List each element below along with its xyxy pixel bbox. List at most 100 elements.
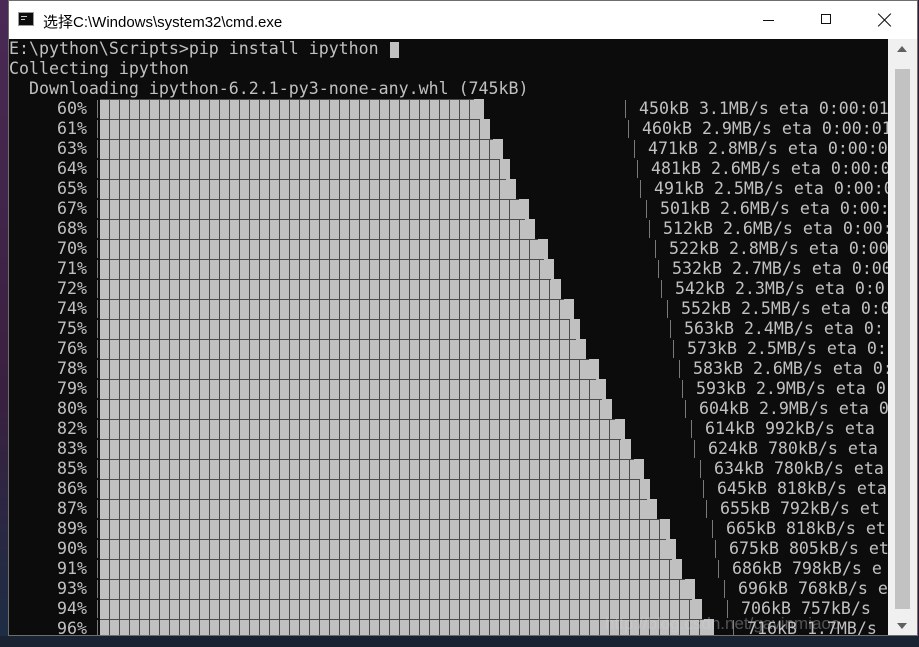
close-button[interactable]: [857, 1, 915, 39]
progress-bar-fill: [100, 599, 692, 619]
progress-bar-fill: [100, 439, 621, 459]
progress-bar-right-edge: [628, 120, 629, 138]
progress-stats: 573kB 2.5MB/s eta 0:: [687, 339, 887, 358]
progress-bar-edge: [506, 179, 516, 199]
progress-bar-fill: [100, 379, 596, 399]
progress-percent: 67%: [57, 199, 87, 218]
progress-bar-left-edge: [97, 160, 98, 178]
progress-bar-left-edge: [97, 620, 98, 635]
progress-stats: 645kB 818kB/s eta: [717, 479, 887, 498]
progress-bar-right-edge: [682, 380, 683, 398]
maximize-button[interactable]: [799, 1, 857, 39]
progress-bar-right-edge: [646, 200, 647, 218]
progress-percent: 94%: [57, 599, 87, 618]
minimize-icon: [763, 20, 774, 21]
progress-percent: 93%: [57, 579, 87, 598]
progress-bar-left-edge: [97, 420, 98, 438]
progress-percent: 80%: [57, 399, 87, 418]
progress-bar-fill: [100, 339, 576, 359]
progress-percent: 85%: [57, 459, 87, 478]
progress-percent: 60%: [57, 99, 87, 118]
progress-bar-left-edge: [97, 600, 98, 618]
progress-bar-right-edge: [673, 340, 674, 358]
progress-bar-right-edge: [712, 520, 713, 538]
progress-bar-right-edge: [670, 320, 671, 338]
progress-bar-fill: [100, 299, 564, 319]
progress-percent: 76%: [57, 339, 87, 358]
progress-bar-edge: [596, 379, 606, 399]
progress-bar-right-edge: [655, 240, 656, 258]
scroll-down-arrow-icon[interactable]: [897, 623, 907, 629]
progress-bar-edge: [660, 519, 670, 539]
console-output[interactable]: E:\python\Scripts>pip install ipython Co…: [9, 39, 888, 635]
progress-bar-left-edge: [97, 280, 98, 298]
progress-bar-right-edge: [667, 300, 668, 318]
progress-bar-right-edge: [691, 420, 692, 438]
progress-bar-fill: [100, 539, 666, 559]
progress-bar-fill: [100, 579, 685, 599]
progress-bar-fill: [100, 259, 544, 279]
progress-stats: 552kB 2.5MB/s eta 0:0: [681, 299, 888, 318]
progress-bar-edge: [480, 119, 490, 139]
progress-bar-fill: [100, 219, 525, 239]
progress-bar-edge: [474, 99, 484, 119]
progress-bar-fill: [100, 199, 519, 219]
window-title: 选择C:\Windows\system32\cmd.exe: [43, 14, 283, 31]
progress-stats: 614kB 992kB/s eta: [705, 419, 875, 438]
progress-bar-edge: [602, 399, 612, 419]
progress-bar-left-edge: [97, 220, 98, 238]
progress-bar-edge: [685, 579, 695, 599]
collecting-line: Collecting ipython: [9, 59, 189, 78]
desktop-taskbar-edge: [0, 636, 919, 647]
progress-stats: 542kB 2.3MB/s eta 0:0: [675, 279, 885, 298]
progress-bar-edge: [589, 359, 599, 379]
minimize-button[interactable]: [741, 1, 799, 39]
progress-bar-left-edge: [97, 300, 98, 318]
progress-bar-left-edge: [97, 480, 98, 498]
scroll-up-arrow-icon[interactable]: [897, 46, 907, 52]
progress-bar-left-edge: [97, 340, 98, 358]
progress-bar-left-edge: [97, 440, 98, 458]
watermark: http://blog.csdn.net/gavinmiaoc: [605, 614, 840, 633]
progress-percent: 61%: [57, 119, 87, 138]
progress-percent: 78%: [57, 359, 87, 378]
progress-bar-edge: [621, 439, 631, 459]
title-bar[interactable]: 选择C:\Windows\system32\cmd.exe: [9, 1, 917, 39]
progress-bar-fill: [100, 519, 660, 539]
progress-bar-left-edge: [97, 500, 98, 518]
progress-bar-right-edge: [649, 220, 650, 238]
progress-percent: 70%: [57, 239, 87, 258]
progress-bar-edge: [500, 159, 510, 179]
progress-bar-right-edge: [685, 400, 686, 418]
progress-bar-edge: [666, 539, 676, 559]
progress-stats: 491kB 2.5MB/s eta 0:00:0: [654, 179, 888, 198]
cmd-window: 选择C:\Windows\system32\cmd.exe E:\python\…: [8, 0, 918, 636]
progress-bar-left-edge: [97, 540, 98, 558]
desktop-background-left: [0, 0, 8, 647]
progress-bar-right-edge: [706, 500, 707, 518]
progress-percent: 82%: [57, 419, 87, 438]
scroll-thumb[interactable]: [895, 69, 910, 609]
progress-bar-fill: [100, 499, 647, 519]
progress-bar-left-edge: [97, 580, 98, 598]
progress-bar-edge: [647, 499, 657, 519]
progress-bar-edge: [538, 239, 548, 259]
vertical-scrollbar[interactable]: [888, 39, 917, 635]
progress-stats: 522kB 2.8MB/s eta 0:00: [669, 239, 888, 258]
progress-stats: 604kB 2.9MB/s eta 0: [699, 399, 888, 418]
progress-bar-right-edge: [637, 160, 638, 178]
progress-stats: 450kB 3.1MB/s eta 0:00:01: [639, 99, 888, 118]
progress-bar-edge: [519, 199, 529, 219]
progress-bar-fill: [100, 119, 480, 139]
progress-percent: 65%: [57, 179, 87, 198]
progress-percent: 68%: [57, 219, 87, 238]
progress-bar-left-edge: [97, 200, 98, 218]
progress-percent: 74%: [57, 299, 87, 318]
maximize-icon: [821, 14, 831, 24]
progress-percent: 72%: [57, 279, 87, 298]
progress-percent: 90%: [57, 539, 87, 558]
progress-percent: 87%: [57, 499, 87, 518]
progress-bar-fill: [100, 139, 493, 159]
progress-bar-fill: [100, 159, 500, 179]
cmd-app-icon[interactable]: [18, 12, 34, 26]
